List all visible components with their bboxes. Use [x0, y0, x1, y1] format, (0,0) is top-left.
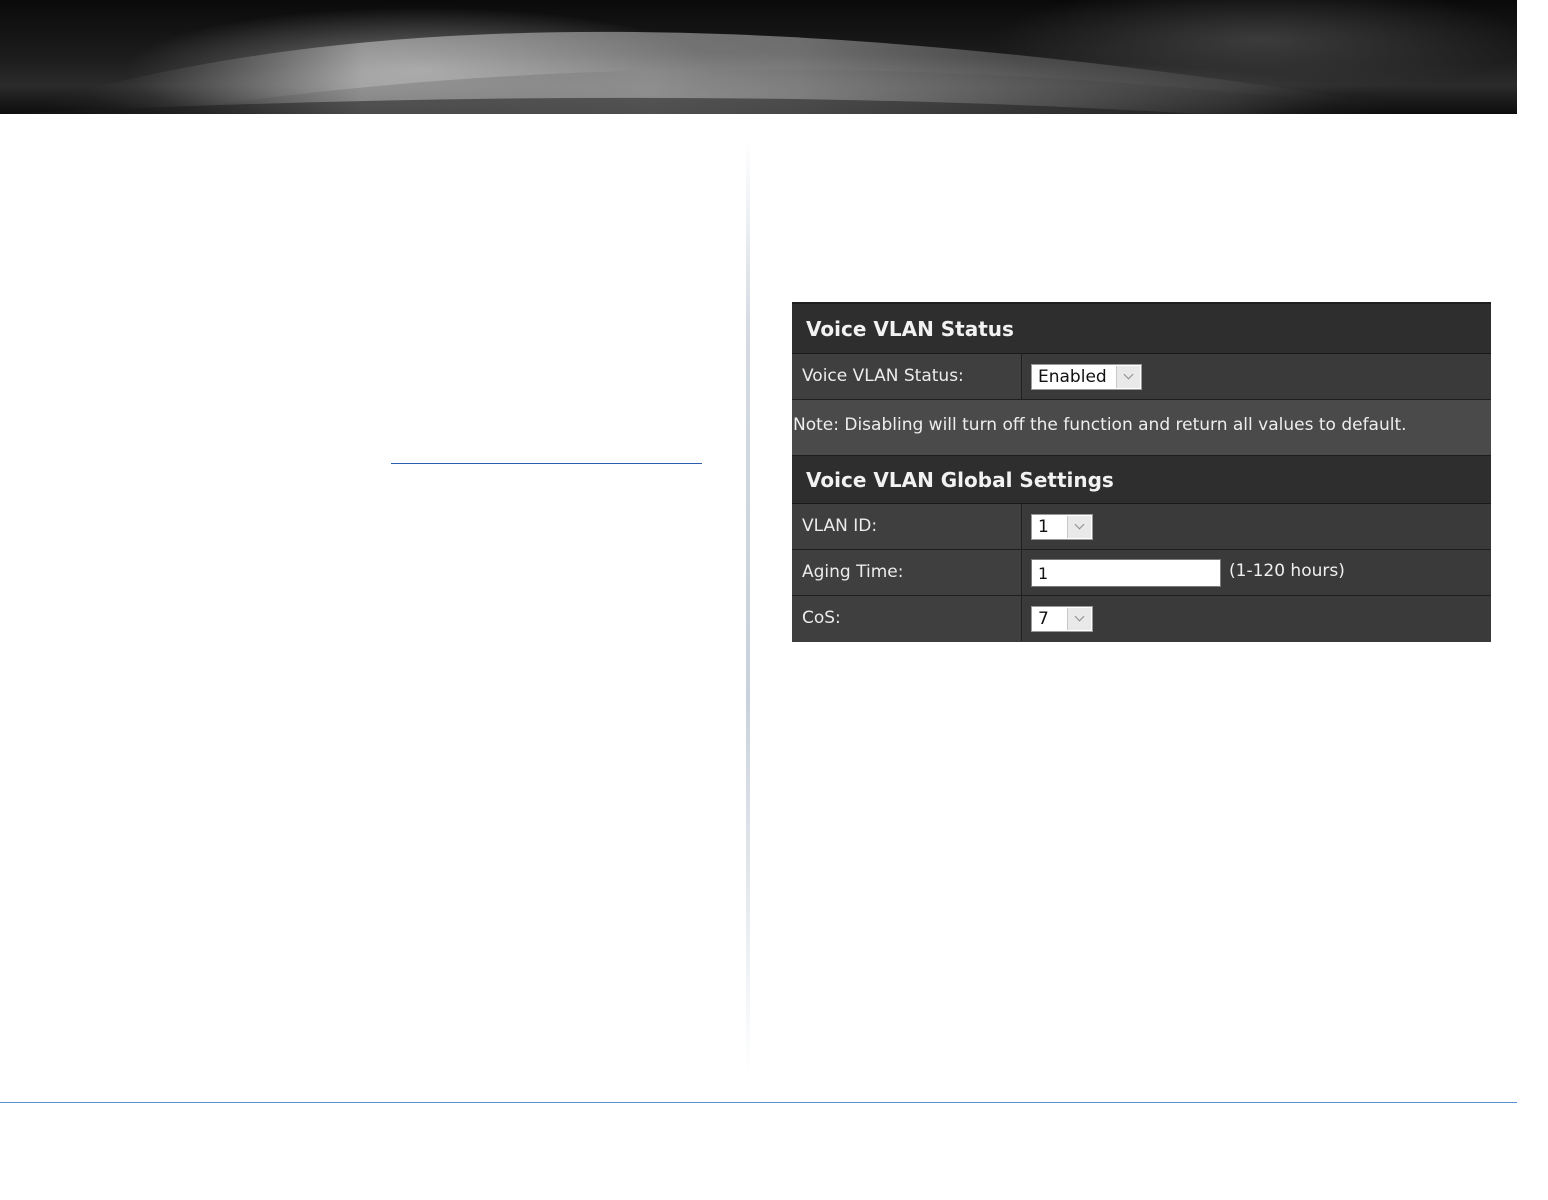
column-divider [746, 140, 750, 1075]
cos-label: CoS: [792, 596, 1022, 641]
header-swoosh-graphic [0, 0, 1517, 114]
voice-vlan-status-row: Voice VLAN Status: Enabled [792, 354, 1491, 400]
voice-vlan-global-settings-heading: Voice VLAN Global Settings [792, 456, 1491, 504]
vlan-id-row: VLAN ID: 1 [792, 504, 1491, 550]
voice-vlan-status-value-cell: Enabled [1023, 354, 1491, 399]
aging-time-value-cell: (1-120 hours) [1023, 550, 1491, 595]
vlan-id-value-cell: 1 [1023, 504, 1491, 549]
cos-value-cell: 7 [1023, 596, 1491, 641]
chevron-down-icon[interactable] [1116, 366, 1140, 388]
aging-time-input[interactable] [1031, 559, 1221, 587]
vlan-id-select[interactable]: 1 [1031, 514, 1093, 540]
vlan-id-label: VLAN ID: [792, 504, 1022, 549]
vlan-id-selected: 1 [1038, 517, 1049, 537]
aging-time-row: Aging Time: (1-120 hours) [792, 550, 1491, 596]
chevron-down-icon[interactable] [1067, 608, 1091, 630]
aging-time-range-hint: (1-120 hours) [1229, 561, 1345, 581]
cos-selected: 7 [1038, 609, 1049, 629]
voice-vlan-status-selected: Enabled [1038, 367, 1107, 387]
voice-vlan-status-heading: Voice VLAN Status [792, 304, 1491, 354]
voice-vlan-settings-panel: Voice VLAN Status Voice VLAN Status: Ena… [792, 302, 1491, 642]
cos-row: CoS: 7 [792, 596, 1491, 642]
aging-time-label: Aging Time: [792, 550, 1022, 595]
cos-select[interactable]: 7 [1031, 606, 1093, 632]
chevron-down-icon[interactable] [1067, 516, 1091, 538]
footer-rule [0, 1102, 1517, 1103]
voice-vlan-status-label: Voice VLAN Status: [792, 354, 1022, 399]
hyperlink-underline[interactable] [391, 463, 702, 464]
disable-note: Note: Disabling will turn off the functi… [792, 400, 1491, 456]
page: Voice VLAN Status Voice VLAN Status: Ena… [0, 0, 1548, 1200]
voice-vlan-status-select[interactable]: Enabled [1031, 364, 1142, 390]
